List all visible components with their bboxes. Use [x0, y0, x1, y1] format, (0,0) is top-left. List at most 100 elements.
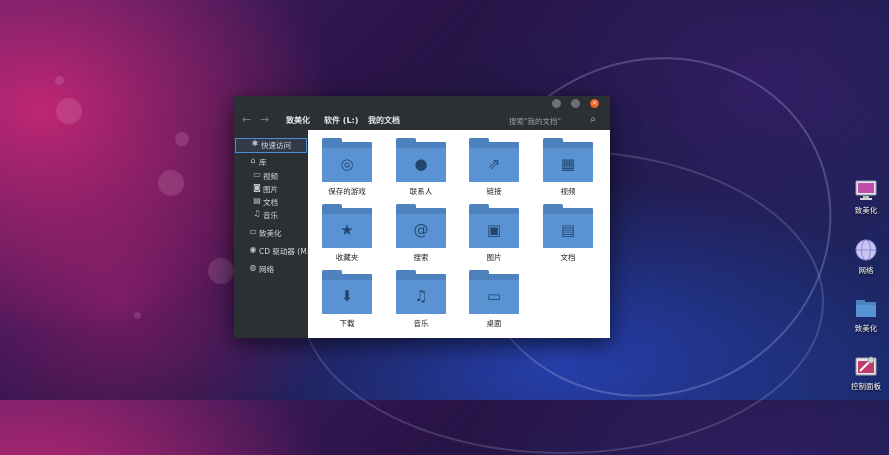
breadcrumb-item[interactable]: 我的文档 — [368, 115, 400, 126]
sidebar-item-label: 图片 — [263, 185, 278, 194]
sidebar-item-label: CD 驱动器 (M:) — [259, 247, 313, 256]
folder-tile[interactable]: ⬇ 下载 — [318, 270, 376, 332]
camera-icon: ◙ — [253, 183, 261, 192]
document-icon: ▤ — [253, 196, 261, 205]
forward-arrow-icon[interactable]: → — [260, 113, 269, 126]
folder-label: 视频 — [560, 187, 576, 196]
maximize-button[interactable] — [571, 99, 580, 108]
download-icon: ⬇ — [340, 287, 354, 305]
wallpaper-bokeh — [175, 132, 189, 146]
folder-label: 文档 — [560, 253, 576, 262]
folder-icon: ◎ — [322, 138, 372, 182]
folder-icon — [856, 300, 876, 317]
folder-tile[interactable]: ▦ 视频 — [539, 138, 597, 200]
title-bar[interactable]: × — [234, 96, 610, 110]
sidebar-item-label: 库 — [259, 158, 267, 167]
folder-icon: ▭ — [469, 270, 519, 314]
close-button[interactable]: × — [590, 99, 599, 108]
folder-tile[interactable]: ▭ 桌面 — [465, 270, 523, 332]
contact-icon: ● — [414, 155, 428, 173]
network-icon — [855, 239, 877, 261]
sidebar-item[interactable]: ◙ 图片 — [234, 183, 308, 196]
search-input[interactable]: 搜索"我的文档" — [509, 116, 561, 127]
navigation-pane: ✱ 快速访问 ⌂ 库 ▭ 视频 ◙ 图片 ▤ 文档 ♫ 音乐 ▭ 致美化 ◉ CD 驱动器 (M:) ◍ 网络 — [234, 130, 313, 338]
video-icon: ▭ — [253, 170, 261, 179]
folder-view: ◎ 保存的游戏 ● 联系人 ⇗ 链接 ▦ 视频 ★ 收藏夹 @ 搜索 ▣ 图片 ▤ 文档 ⬇ 下载 ♫ 音乐 ▭ 桌面 — [308, 130, 610, 338]
folder-tile[interactable]: ▤ 文档 — [539, 204, 597, 266]
computer-icon: ▭ — [249, 227, 257, 236]
computer-icon — [855, 180, 877, 200]
folder-label: 搜索 — [413, 253, 429, 262]
folder-tile[interactable]: ◎ 保存的游戏 — [318, 138, 376, 200]
folder-label: 联系人 — [409, 187, 433, 196]
desktop-icon-label: 致美化 — [854, 324, 878, 333]
back-arrow-icon[interactable]: ← — [242, 113, 251, 126]
sidebar-item[interactable]: ◉ CD 驱动器 (M:) — [234, 245, 313, 258]
folder-icon: ▤ — [543, 204, 593, 248]
wallpaper-bokeh — [56, 98, 82, 124]
cd-drive-icon: ◉ — [249, 245, 257, 254]
folder-label: 图片 — [486, 253, 502, 262]
breadcrumb-item[interactable]: 软件 (L:) — [324, 115, 358, 126]
desktop-icon-label: 控制面板 — [851, 382, 881, 391]
wallpaper-bokeh — [158, 170, 184, 196]
pin-icon: ✱ — [251, 139, 259, 148]
breadcrumb-item[interactable]: 致美化 — [286, 115, 310, 126]
picture-icon: ▣ — [486, 221, 502, 239]
address-bar: ← → 致美化 软件 (L:) 我的文档 搜索"我的文档" ⌕ — [234, 110, 610, 130]
sidebar-item[interactable]: ▭ 致美化 — [234, 227, 308, 240]
sidebar-item-label: 快速访问 — [261, 141, 291, 150]
desktop-icon: ▭ — [486, 287, 502, 305]
wallpaper-bokeh — [55, 76, 64, 85]
folder-tile[interactable]: ⇗ 链接 — [465, 138, 523, 200]
sidebar-item-label: 音乐 — [263, 211, 278, 220]
folder-icon: ⬇ — [322, 270, 372, 314]
desktop-icon-network[interactable]: 网络 — [846, 238, 886, 278]
desktop-icon-control-panel[interactable]: 控制面板 — [846, 354, 886, 394]
desktop-icon-computer[interactable]: 致美化 — [846, 178, 886, 218]
folder-tile[interactable]: ● 联系人 — [392, 138, 450, 200]
folder-label: 收藏夹 — [335, 253, 359, 262]
music-icon: ♫ — [253, 209, 261, 218]
sidebar-item[interactable]: ▭ 视频 — [234, 170, 308, 183]
minimize-button[interactable] — [552, 99, 561, 108]
folder-tile[interactable]: ★ 收藏夹 — [318, 204, 376, 266]
star-icon: ★ — [340, 221, 354, 239]
folder-label: 音乐 — [413, 319, 429, 328]
sidebar-item[interactable]: ♫ 音乐 — [234, 209, 308, 222]
folder-label: 下载 — [339, 319, 355, 328]
sidebar-item[interactable]: ▤ 文档 — [234, 196, 308, 209]
wallpaper-bokeh — [134, 312, 141, 319]
sidebar-item-label: 视频 — [263, 172, 278, 181]
desktop-icon-label: 致美化 — [854, 206, 878, 215]
search-box[interactable]: 搜索"我的文档" ⌕ — [506, 114, 604, 127]
library-icon: ⌂ — [250, 156, 256, 165]
folder-tile[interactable]: ♫ 音乐 — [392, 270, 450, 332]
network-icon: ◍ — [249, 263, 257, 272]
sidebar-item[interactable]: ◍ 网络 — [234, 263, 308, 276]
desktop-icon-label: 网络 — [858, 266, 874, 275]
gamepad-icon: ◎ — [340, 155, 354, 173]
film-icon: ▦ — [560, 155, 576, 173]
folder-icon: ▦ — [543, 138, 593, 182]
share-icon: ⇗ — [487, 155, 501, 173]
folder-icon: ⇗ — [469, 138, 519, 182]
folder-icon: ♫ — [396, 270, 446, 314]
sidebar-item-label: 文档 — [263, 198, 278, 207]
control-panel-icon — [855, 356, 877, 376]
sidebar-item-label: 致美化 — [259, 229, 282, 238]
folder-label: 保存的游戏 — [328, 187, 366, 196]
sidebar-item[interactable]: ✱ 快速访问 — [235, 138, 307, 153]
explorer-window[interactable]: × ← → 致美化 软件 (L:) 我的文档 搜索"我的文档" ⌕ ✱ 快速访问 ⌂… — [234, 96, 610, 338]
folder-icon: ▣ — [469, 204, 519, 248]
folder-label: 链接 — [486, 187, 502, 196]
desktop-icon-folder[interactable]: 致美化 — [846, 296, 886, 336]
folder-tile[interactable]: ▣ 图片 — [465, 204, 523, 266]
folder-icon: ● — [396, 138, 446, 182]
sidebar-item[interactable]: ⌂ 库 — [234, 156, 308, 169]
folder-label: 桌面 — [486, 319, 502, 328]
folder-icon: ★ — [322, 204, 372, 248]
folder-tile[interactable]: @ 搜索 — [392, 204, 450, 266]
search-icon[interactable]: ⌕ — [590, 114, 596, 125]
folder-icon: @ — [396, 204, 446, 248]
